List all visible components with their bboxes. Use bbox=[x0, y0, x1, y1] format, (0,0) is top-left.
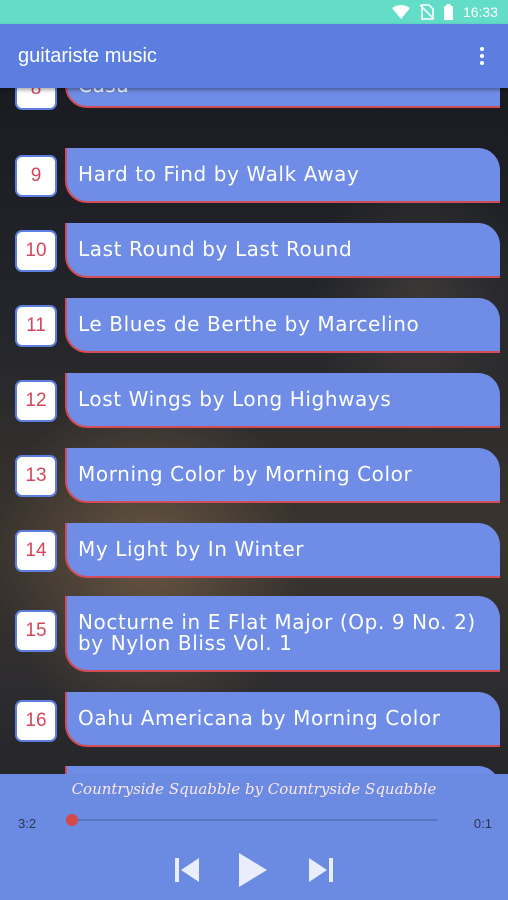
track-title[interactable]: Le Blues de Berthe by Marcelino bbox=[65, 298, 500, 353]
track-title-partial[interactable] bbox=[65, 766, 500, 774]
track-number: 13 bbox=[15, 455, 57, 497]
status-clock: 16:33 bbox=[462, 4, 498, 20]
track-number: 9 bbox=[15, 155, 57, 197]
track-title[interactable]: Morning Color by Morning Color bbox=[65, 448, 500, 503]
track-list[interactable]: 8 Casa 9 Hard to Find by Walk Away 10 La… bbox=[0, 88, 508, 774]
battery-icon bbox=[443, 4, 453, 20]
status-bar: 16:33 bbox=[0, 0, 508, 24]
track-number: 11 bbox=[15, 305, 57, 347]
wifi-icon bbox=[391, 5, 410, 19]
track-title[interactable]: Casa bbox=[65, 88, 500, 108]
track-number: 16 bbox=[15, 700, 57, 742]
track-number: 15 bbox=[15, 610, 57, 652]
seek-thumb[interactable] bbox=[66, 814, 78, 826]
music-player: Countryside Squabble by Countryside Squa… bbox=[0, 774, 508, 900]
app-title: guitariste music bbox=[18, 44, 157, 67]
track-title[interactable]: Nocturne in E Flat Major (Op. 9 No. 2) b… bbox=[65, 596, 500, 672]
track-number: 10 bbox=[15, 230, 57, 272]
track-title[interactable]: Oahu Americana by Morning Color bbox=[65, 692, 500, 747]
now-playing-title: Countryside Squabble by Countryside Squa… bbox=[71, 780, 437, 798]
track-title[interactable]: Lost Wings by Long Highways bbox=[65, 373, 500, 428]
track-title[interactable]: My Light by In Winter bbox=[65, 523, 500, 578]
total-time: 0:1 bbox=[473, 816, 492, 831]
track-number: 8 bbox=[15, 88, 57, 110]
seek-bar[interactable] bbox=[66, 814, 438, 826]
track-title[interactable]: Last Round by Last Round bbox=[65, 223, 500, 278]
more-vert-icon[interactable] bbox=[462, 36, 502, 76]
track-number: 14 bbox=[15, 530, 57, 572]
skip-next-icon[interactable] bbox=[304, 850, 338, 890]
no-sim-icon bbox=[419, 4, 434, 20]
track-number: 12 bbox=[15, 380, 57, 422]
elapsed-time: 3:2 bbox=[18, 816, 37, 831]
skip-previous-icon[interactable] bbox=[170, 850, 204, 890]
track-title[interactable]: Hard to Find by Walk Away bbox=[65, 148, 500, 203]
play-icon[interactable] bbox=[232, 850, 272, 890]
app-bar: guitariste music bbox=[0, 24, 508, 88]
